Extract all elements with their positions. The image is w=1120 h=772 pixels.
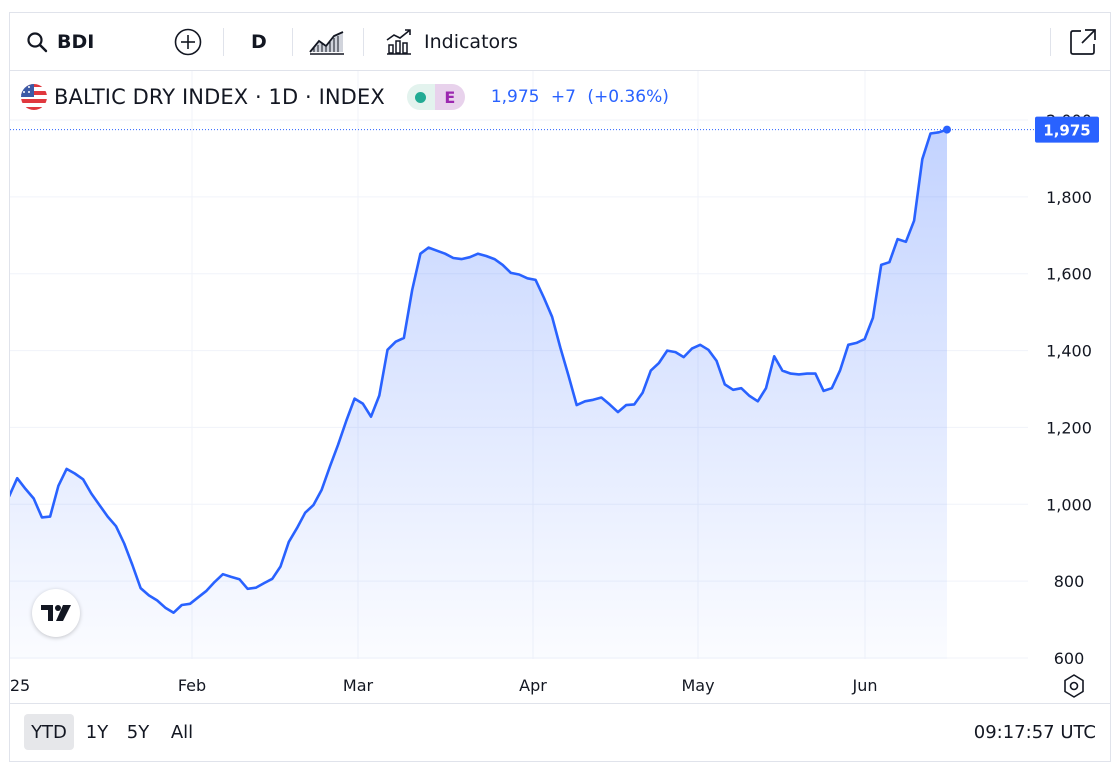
x-tick-label: Feb [178,676,206,695]
y-tick-label: 1,000 [1046,495,1092,514]
change-percent: (+0.36%) [587,87,669,107]
price-chart[interactable]: 6008001,0001,2001,4001,6001,8002,000 25F… [10,13,1111,703]
x-tick-label: May [681,676,714,695]
y-tick-label: 600 [1054,649,1085,668]
market-status [406,84,435,110]
eod-badge: E [434,84,465,110]
area-fill [10,129,947,659]
price-label-text: 1,975 [1043,122,1090,140]
change-value: +7 [550,87,576,107]
x-tick-label: Mar [343,676,374,695]
y-tick-label: 1,200 [1046,418,1092,437]
y-tick-label: 1,600 [1046,265,1092,284]
status-dot-icon [415,91,427,103]
legend: BALTIC DRY INDEX · 1D · INDEX E 1,975 +7… [20,83,675,111]
x-tick-label: Apr [519,676,547,695]
us-flag-icon [21,84,47,110]
x-tick-label: 25 [10,676,30,695]
x-tick-label: Jun [852,676,878,695]
last-point [943,125,951,134]
chart-widget: BDI D Indicators 600 800 1,000 1,200 1,4… [9,12,1111,762]
y-axis: 6008001,0001,2001,4001,6001,8002,000 [1046,111,1092,668]
range-button-5y[interactable]: 5Y [119,714,157,750]
symbol-title[interactable]: BALTIC DRY INDEX · 1D · INDEX [54,85,385,109]
range-button-all[interactable]: All [162,714,202,750]
tradingview-icon [41,605,71,621]
tradingview-logo[interactable] [32,589,80,637]
x-axis: 25 Feb Mar Apr May Jun [10,676,878,695]
y-tick-label: 800 [1054,572,1085,591]
price-label: 1,975 [1035,116,1099,143]
range-bar: YTD 1Y 5Y All 09:17:57 UTC [10,703,1110,761]
y-tick-label: 1,800 [1046,188,1092,207]
quote: 1,975 +7 (+0.36%) [491,87,675,107]
range-button-ytd[interactable]: YTD [24,714,74,750]
settings-icon[interactable] [1060,672,1088,700]
clock: 09:17:57 UTC [973,721,1096,743]
status-badge[interactable]: E [406,84,465,110]
area-layer [10,128,948,659]
last-value: 1,975 [490,87,540,107]
y-tick-label: 1,400 [1046,342,1092,361]
range-button-1y[interactable]: 1Y [80,714,114,750]
